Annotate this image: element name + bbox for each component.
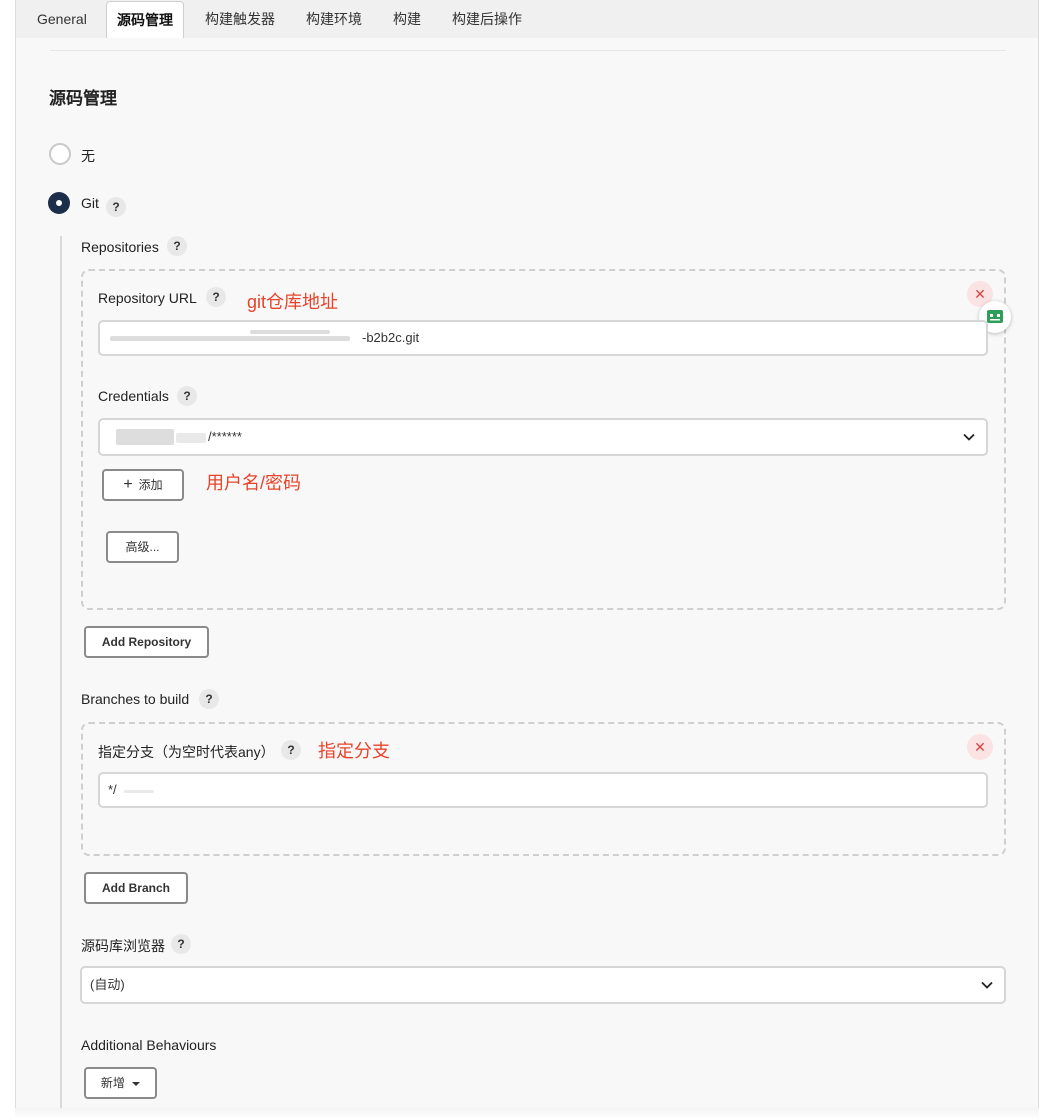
add-behaviour-label: 新增	[100, 1076, 125, 1090]
config-panel: General 源码管理 构建触发器 构建环境 构建 构建后操作 源码管理 无 …	[15, 0, 1039, 1112]
scm-none-label: 无	[81, 148, 95, 164]
chevron-down-icon	[981, 981, 993, 989]
add-repository-button[interactable]: Add Repository	[84, 626, 209, 658]
repository-url-value: -b2b2c.git	[362, 330, 420, 345]
branches-label: Branches to build	[81, 691, 190, 707]
redacted-text	[250, 330, 330, 334]
repository-browser-value: (自动)	[90, 977, 125, 992]
chevron-down-icon	[963, 433, 975, 441]
branch-spec-input[interactable]: */	[98, 772, 988, 808]
scm-git-label: Git	[81, 195, 99, 211]
repository-browser-select[interactable]: (自动)	[80, 966, 1006, 1004]
branch-spec-help-icon[interactable]: ?	[281, 740, 301, 760]
git-section-rule	[60, 236, 62, 1112]
branch-spec-value: */	[108, 782, 117, 797]
close-icon[interactable]: ✕	[967, 734, 993, 760]
additional-behaviours-label: Additional Behaviours	[81, 1037, 217, 1053]
repository-url-input[interactable]: -b2b2c.git	[98, 320, 988, 356]
tab-bar: General 源码管理 构建触发器 构建环境 构建 构建后操作	[16, 0, 1038, 38]
branches-help-icon[interactable]: ?	[199, 689, 219, 709]
repository-url-label: Repository URL	[98, 290, 197, 306]
branch-spec-annotation: 指定分支	[318, 741, 390, 761]
tab-build-environment[interactable]: 构建环境	[306, 0, 362, 38]
plus-icon: +	[123, 476, 133, 493]
page-title: 源码管理	[49, 89, 117, 108]
branch-spec-label: 指定分支（为空时代表any）	[98, 744, 275, 760]
tab-post-build[interactable]: 构建后操作	[452, 0, 522, 38]
add-branch-button[interactable]: Add Branch	[84, 872, 188, 904]
repository-url-help-icon[interactable]: ?	[206, 287, 226, 307]
credentials-help-icon[interactable]: ?	[177, 386, 197, 406]
credentials-select[interactable]: /******	[98, 418, 988, 456]
advanced-button[interactable]: 高级...	[106, 531, 179, 563]
scm-none-radio[interactable]	[49, 143, 71, 165]
add-credentials-label: 添加	[138, 478, 163, 492]
credentials-annotation: 用户名/密码	[206, 473, 302, 493]
tab-scm[interactable]: 源码管理	[106, 1, 184, 38]
credentials-label: Credentials	[98, 388, 169, 404]
repository-browser-label: 源码库浏览器	[81, 938, 165, 954]
redacted-text	[116, 429, 174, 445]
tab-general[interactable]: General	[37, 0, 87, 38]
add-behaviour-button[interactable]: 新增	[84, 1067, 157, 1099]
redacted-text	[110, 336, 350, 341]
git-help-icon[interactable]: ?	[106, 197, 126, 217]
repository-url-annotation: git仓库地址	[247, 292, 339, 312]
caret-down-icon	[132, 1081, 141, 1086]
tab-build[interactable]: 构建	[393, 0, 421, 38]
credentials-value: /******	[208, 429, 242, 444]
redacted-text	[124, 790, 154, 793]
add-credentials-button[interactable]: + 添加	[102, 469, 184, 501]
repositories-label: Repositories	[81, 239, 159, 255]
redacted-text	[176, 433, 206, 443]
repositories-help-icon[interactable]: ?	[167, 236, 187, 256]
scm-git-radio[interactable]	[48, 192, 70, 214]
repository-browser-help-icon[interactable]: ?	[171, 934, 191, 954]
tab-divider	[50, 50, 1006, 51]
tab-build-triggers[interactable]: 构建触发器	[205, 0, 275, 38]
bottom-shadow	[15, 1108, 1039, 1120]
